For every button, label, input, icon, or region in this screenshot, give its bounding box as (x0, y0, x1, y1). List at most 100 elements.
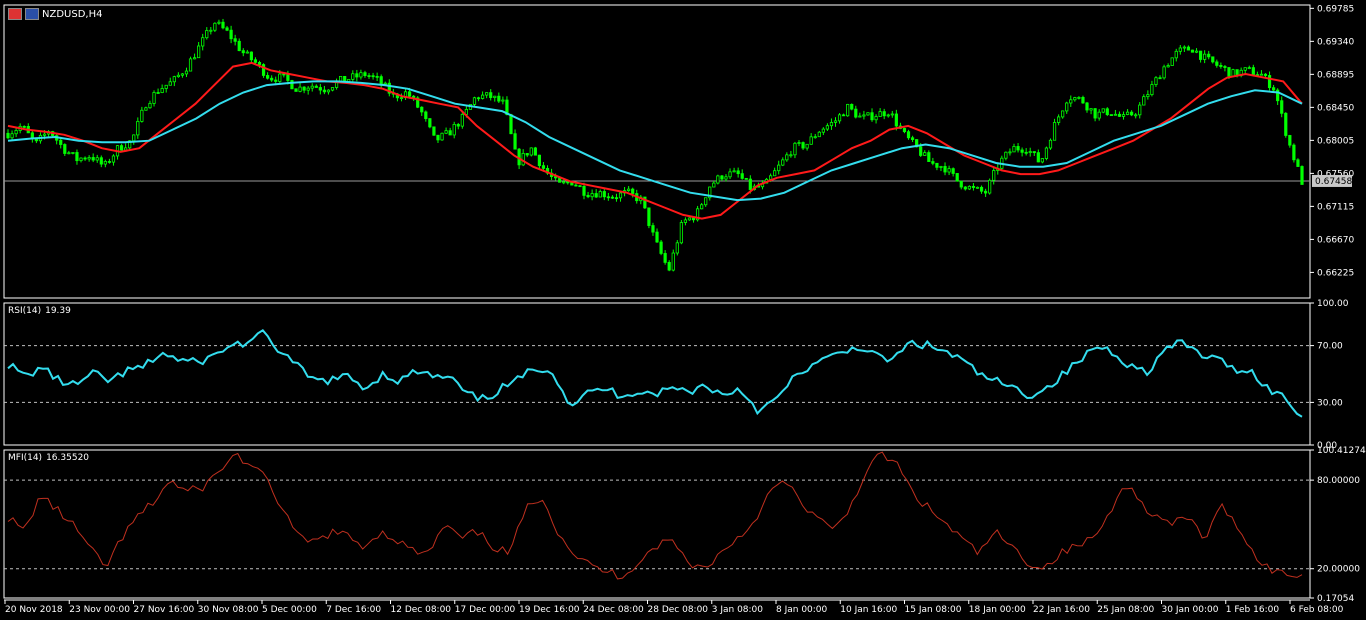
candle-body (1288, 135, 1292, 146)
time-tick-label: 1 Feb 16:00 (1226, 605, 1280, 615)
time-tick-label: 24 Dec 08:00 (583, 605, 644, 615)
candle-body (1065, 102, 1069, 112)
candle-body (1203, 53, 1207, 60)
price-tick-label: 0.69340 (1317, 37, 1354, 47)
time-tick-label: 15 Jan 08:00 (905, 605, 962, 615)
time-tick-label: 12 Dec 08:00 (391, 605, 452, 615)
candle-body (294, 88, 298, 92)
candle-body (14, 130, 18, 135)
candle-body (99, 157, 103, 165)
candle-body (566, 181, 570, 184)
mfi-tick-label: 0.17054 (1317, 594, 1354, 604)
candle-body (1069, 99, 1073, 104)
candle-body (1251, 67, 1255, 76)
candle-body (229, 29, 233, 40)
candle-body (213, 22, 217, 31)
candle-body (541, 165, 546, 169)
candle-body (476, 97, 481, 100)
candle-body (472, 97, 477, 105)
time-tick-label: 6 Feb 08:00 (1290, 605, 1344, 615)
symbol-label: NZDUSD,H4 (42, 8, 103, 20)
candle-body (1061, 110, 1065, 118)
candle-body (1032, 151, 1036, 154)
candle-body (744, 177, 748, 180)
candle-body (286, 73, 290, 81)
candle-body (144, 107, 148, 111)
candle-body (671, 252, 675, 271)
candle-body (647, 207, 651, 226)
candle-body (330, 87, 335, 91)
candle-body (687, 217, 692, 221)
time-tick-label: 7 Dec 16:00 (326, 605, 381, 615)
candle-body (270, 77, 274, 81)
time-tick-label: 8 Jan 00:00 (776, 605, 828, 615)
candle-body (947, 168, 951, 173)
candle-body (1178, 47, 1182, 52)
candle-body (777, 164, 781, 172)
pane-frame-1 (3, 302, 1311, 446)
candle-body (1004, 151, 1008, 159)
candle-body (521, 153, 525, 166)
time-tick-label: 22 Jan 16:00 (1033, 605, 1090, 615)
candle-body (399, 97, 404, 99)
rsi-line (7, 328, 1303, 418)
candle-body (1040, 158, 1044, 163)
candle-body (217, 21, 221, 24)
candle-body (1142, 96, 1146, 106)
candle-body (748, 178, 752, 190)
candle-body (1247, 67, 1251, 70)
candle-body (257, 61, 262, 65)
candle-body (1227, 67, 1231, 77)
candle-body (107, 161, 112, 163)
candle-body (716, 175, 720, 184)
candle-body (67, 152, 71, 155)
rsi-tick-label: 30.00 (1317, 398, 1343, 408)
candle-body (1186, 46, 1191, 51)
candle-body (1215, 61, 1219, 66)
candle-body (111, 155, 116, 163)
candle-body (1036, 152, 1040, 163)
candle-body (1028, 151, 1032, 153)
candle-body (1243, 67, 1247, 71)
candle-body (290, 80, 294, 90)
candle-body (537, 154, 541, 167)
candle-body (801, 142, 805, 149)
candle-body (781, 159, 785, 166)
candle-body (943, 166, 947, 173)
candle-body (1223, 66, 1227, 68)
chart-canvas[interactable]: 0.697850.693400.688950.684500.680050.675… (0, 0, 1366, 620)
candle-body (931, 161, 935, 164)
candle-body (1109, 114, 1113, 116)
candle-body (971, 185, 976, 188)
candle-body (168, 81, 172, 86)
candle-body (967, 185, 971, 190)
candle-body (1267, 75, 1272, 89)
candle-body (209, 29, 213, 32)
candle-body (1154, 77, 1158, 85)
candle-body (225, 27, 229, 31)
candle-body (598, 191, 602, 198)
candle-body (805, 143, 809, 149)
candle-body (326, 89, 331, 93)
candle-body (298, 86, 302, 92)
candle-body (1052, 122, 1057, 141)
candle-body (882, 111, 886, 117)
candle-body (164, 84, 168, 89)
candle-body (444, 130, 448, 134)
candle-body (42, 133, 47, 136)
candle-body (732, 170, 736, 173)
price-tick-label: 0.68450 (1317, 103, 1354, 113)
candle-body (655, 231, 659, 243)
candle-body (675, 242, 679, 254)
candle-body (1263, 73, 1268, 76)
candle-body (594, 193, 598, 198)
candle-body (1292, 144, 1296, 161)
candle-body (156, 92, 160, 94)
time-tick-label: 20 Nov 2018 (5, 605, 63, 615)
candle-body (1016, 146, 1020, 151)
candle-body (663, 253, 667, 263)
current-price-tag: 0.67458 (1315, 177, 1352, 187)
candle-body (83, 157, 87, 160)
candle-body (1166, 65, 1170, 68)
price-tick-label: 0.68005 (1317, 136, 1354, 146)
